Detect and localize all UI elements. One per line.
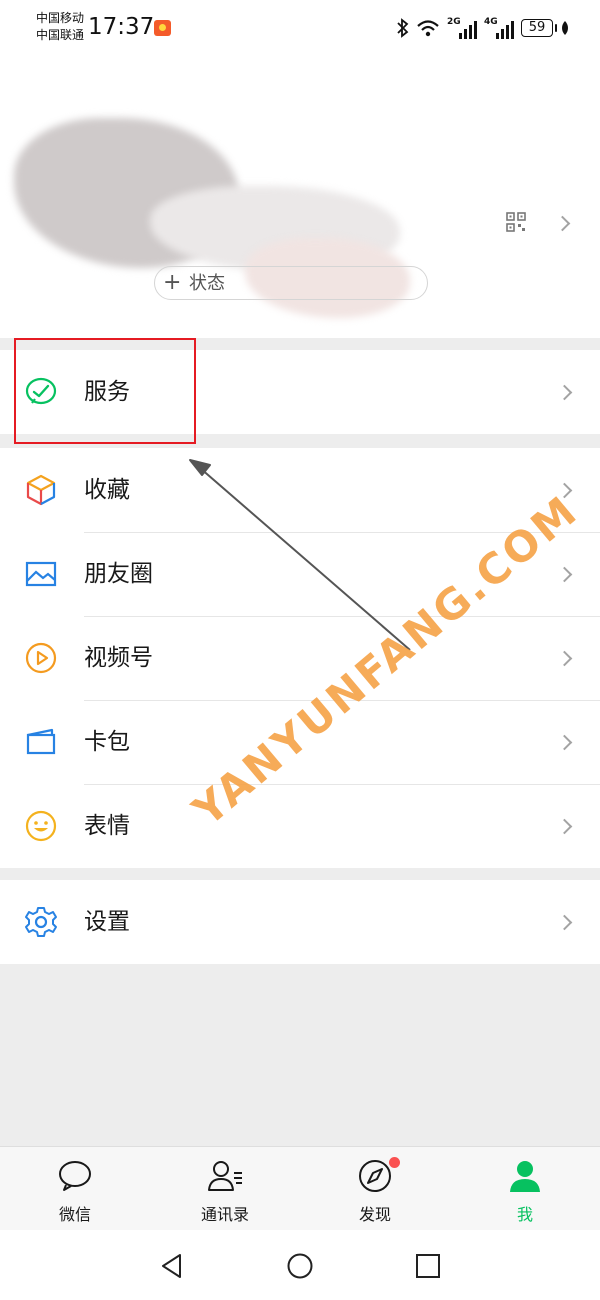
tab-discover[interactable]: 发现 — [300, 1147, 450, 1231]
tab-me[interactable]: 我 — [450, 1147, 600, 1231]
bluetooth-icon — [397, 18, 409, 38]
add-status-button[interactable]: + 状态 — [154, 266, 428, 300]
signal-2g-icon: 2G — [447, 17, 477, 39]
carrier-labels: 中国移动 中国联通 — [36, 10, 84, 44]
chat-bubble-icon — [59, 1161, 91, 1191]
signal-4g-icon: 4G — [484, 17, 514, 39]
menu-label-favorites: 收藏 — [84, 477, 130, 503]
recent-apps-square-icon[interactable] — [414, 1252, 442, 1280]
status-label: 状态 — [189, 273, 225, 294]
menu-label-channels: 视频号 — [84, 645, 153, 671]
chevron-right-icon — [559, 819, 573, 833]
menu-group-settings: 设置 — [0, 880, 600, 964]
tab-label: 发现 — [358, 1205, 391, 1224]
menu-label-cards: 卡包 — [84, 729, 130, 755]
menu-item-stickers[interactable]: 表情 — [0, 784, 600, 868]
tab-chats[interactable]: 微信 — [0, 1147, 150, 1231]
chevron-right-icon — [559, 385, 573, 399]
chevron-right-icon — [559, 567, 573, 581]
chevron-right-icon — [559, 735, 573, 749]
discover-unread-dot — [389, 1157, 400, 1168]
tab-label: 通讯录 — [200, 1205, 249, 1224]
favorites-cube-icon — [26, 474, 56, 506]
menu-item-channels[interactable]: 视频号 — [0, 616, 600, 700]
chevron-right-icon — [559, 915, 573, 929]
chevron-right-icon — [559, 651, 573, 665]
carrier-1: 中国移动 — [36, 11, 85, 25]
leaf-icon — [562, 21, 568, 35]
plus-icon: + — [163, 270, 182, 295]
status-icons: 2G 4G 59 — [397, 16, 570, 40]
service-highlight-box — [14, 338, 196, 444]
tab-label: 微信 — [58, 1205, 91, 1224]
chevron-right-icon[interactable] — [557, 216, 571, 230]
status-bar: 中国移动 中国联通 17:37 2G 4G 59 — [0, 0, 600, 58]
back-triangle-icon[interactable] — [158, 1252, 186, 1280]
tab-contacts[interactable]: 通讯录 — [150, 1147, 300, 1231]
home-circle-icon[interactable] — [286, 1252, 314, 1280]
settings-gear-icon — [25, 907, 57, 937]
system-navigation-bar — [0, 1230, 600, 1300]
menu-label-moments: 朋友圈 — [84, 561, 153, 587]
profile-header[interactable]: + 状态 — [0, 58, 600, 338]
wifi-icon — [417, 20, 439, 37]
qr-code-icon[interactable] — [506, 212, 526, 232]
carrier-2: 中国联通 — [36, 28, 85, 42]
menu-item-settings[interactable]: 设置 — [0, 880, 600, 964]
channels-play-icon — [25, 642, 57, 674]
contacts-icon — [208, 1161, 242, 1191]
status-time: 17:37 — [88, 14, 155, 40]
menu-group-main: 收藏 朋友圈 视频号 卡包 表情 — [0, 448, 600, 868]
sticker-smile-icon — [25, 810, 57, 842]
moments-photo-icon — [25, 561, 57, 587]
bottom-tab-bar: 微信 通讯录 发现 我 — [0, 1146, 600, 1231]
tab-label: 我 — [516, 1205, 533, 1224]
menu-label-settings: 设置 — [84, 909, 130, 935]
menu-label-stickers: 表情 — [84, 813, 130, 839]
person-icon — [510, 1161, 540, 1192]
menu-item-favorites[interactable]: 收藏 — [0, 448, 600, 532]
red-packet-notification-icon — [154, 20, 171, 36]
card-wallet-icon — [26, 728, 56, 755]
battery-indicator: 59 — [521, 19, 557, 37]
compass-icon — [359, 1160, 391, 1192]
